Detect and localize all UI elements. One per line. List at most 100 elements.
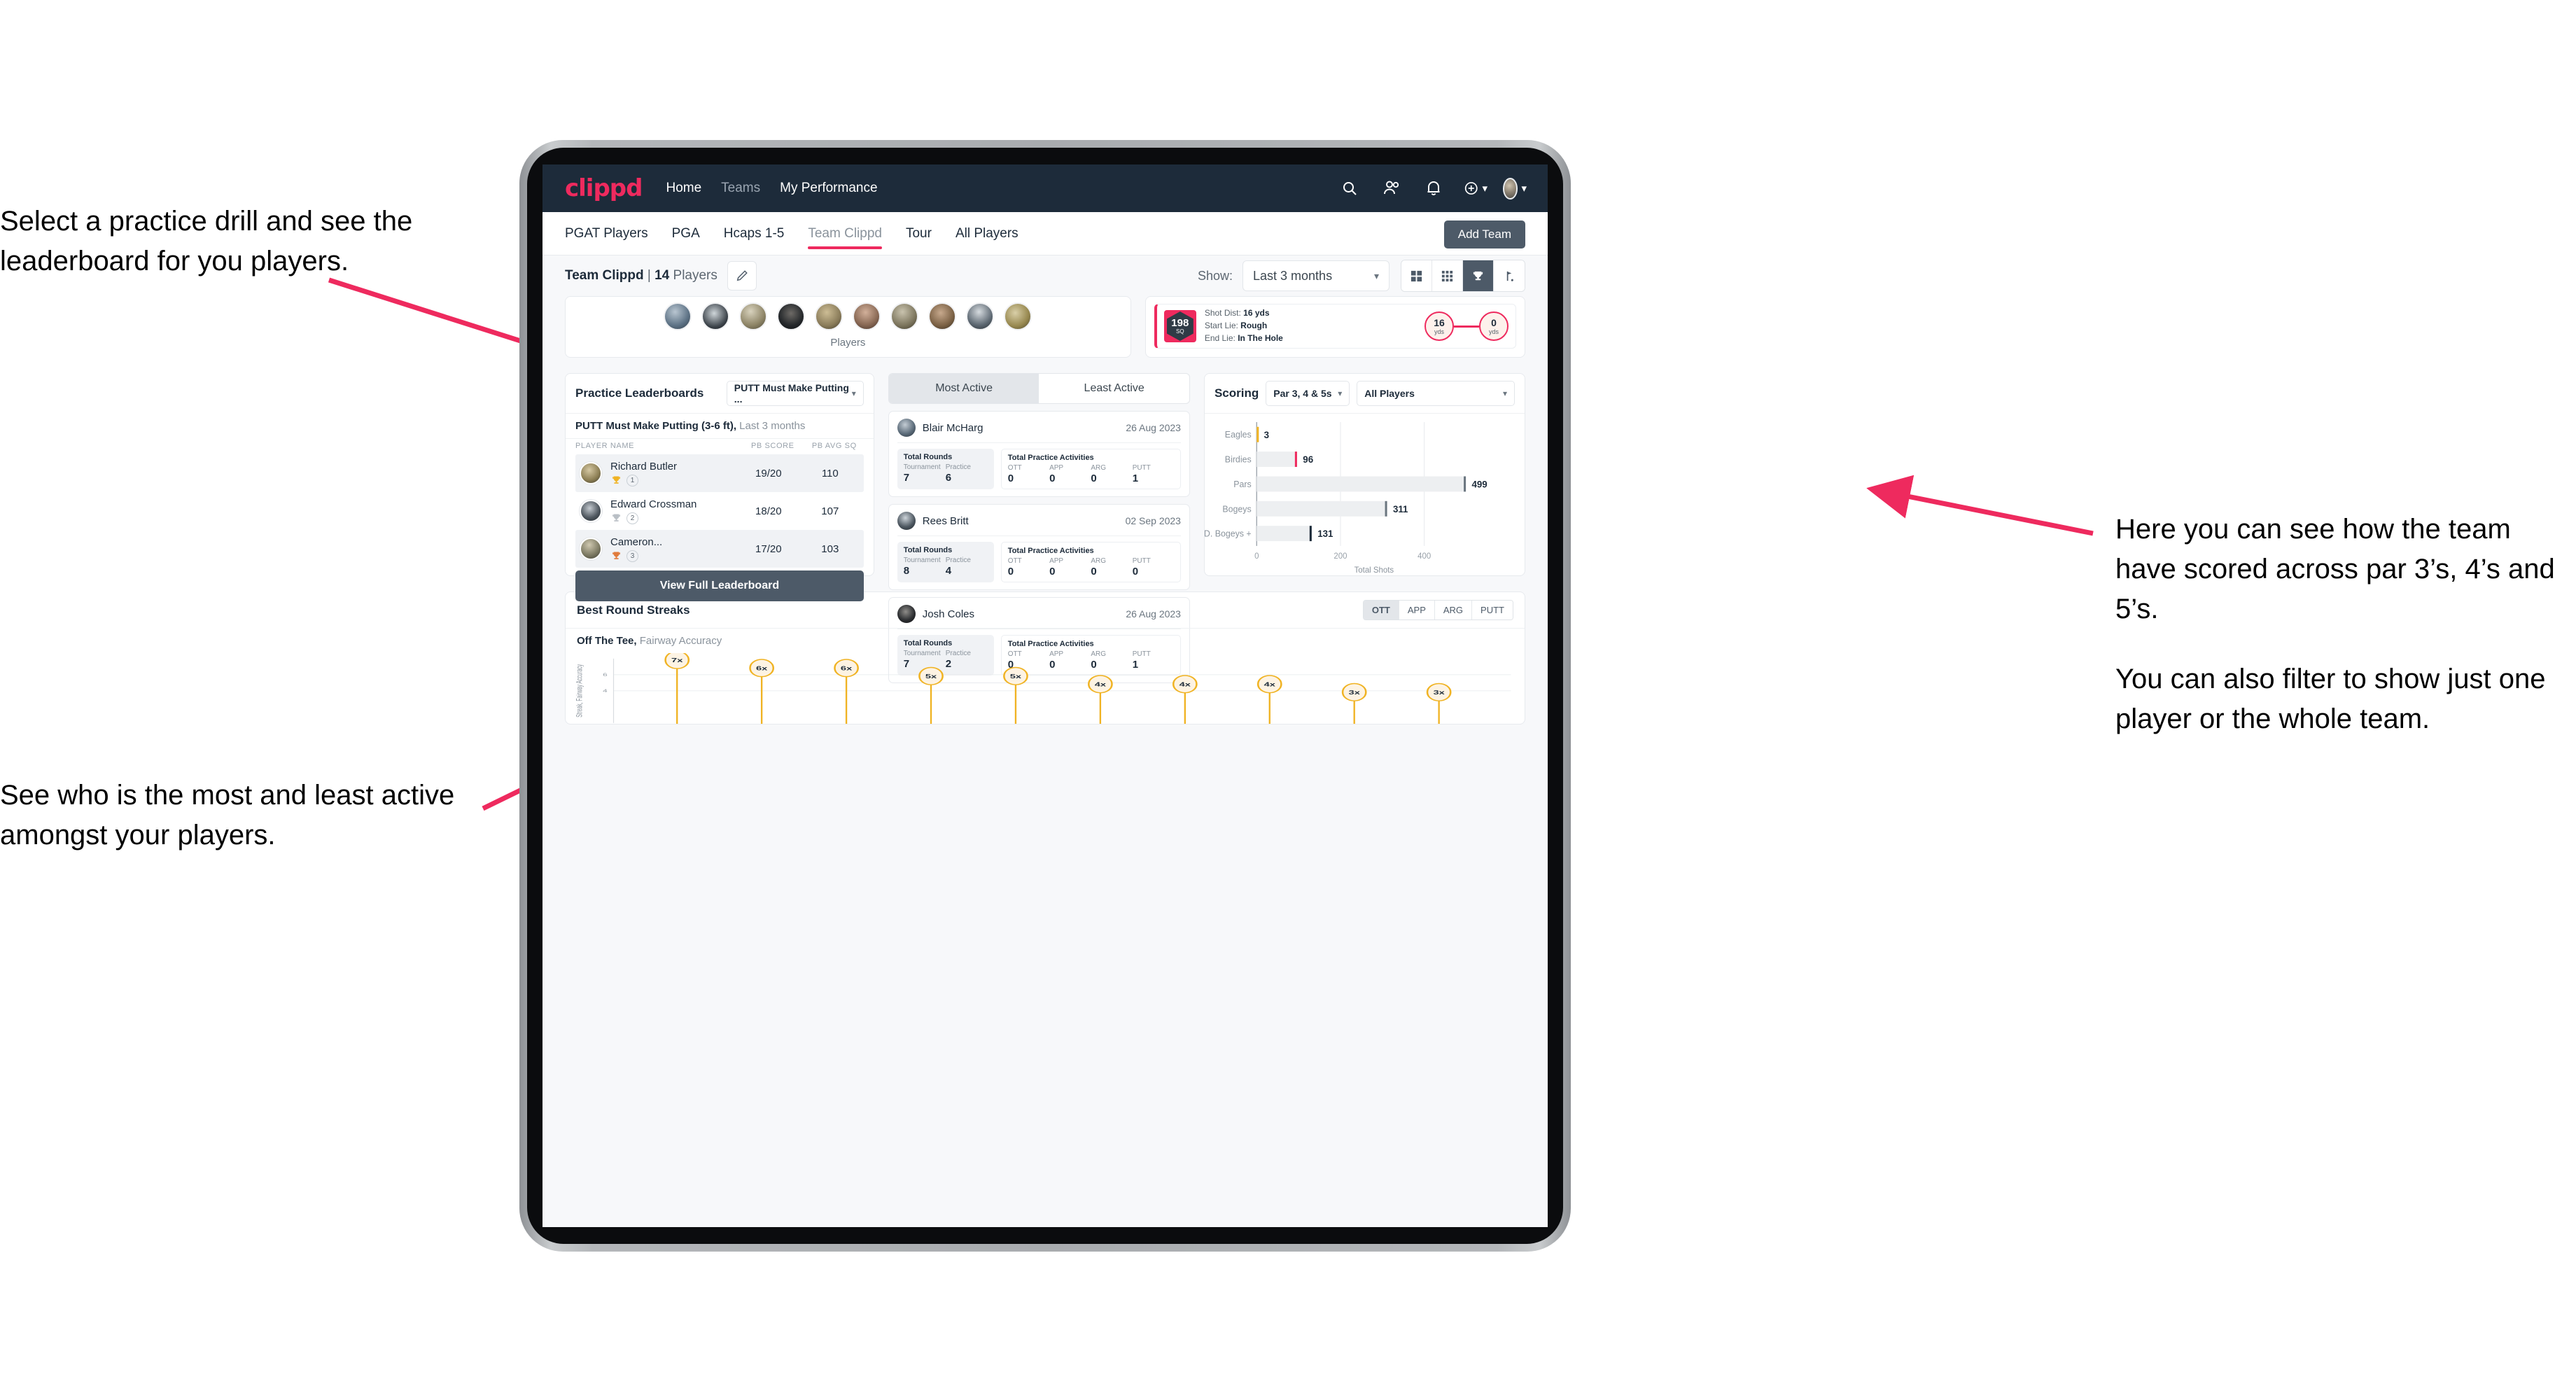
putt-key: PUTT (1132, 557, 1151, 565)
activity-card[interactable]: Rees Britt 02 Sep 2023 Total Rounds Tour… (888, 504, 1190, 590)
tournament-stat: Tournament 7 (904, 463, 946, 484)
trophy-view-icon[interactable] (1463, 260, 1494, 291)
tab-most-active[interactable]: Most Active (888, 374, 1040, 403)
clippd-logo[interactable]: clippd (565, 174, 643, 202)
add-team-button[interactable]: Add Team (1443, 220, 1525, 248)
streaks-subtitle: Off The Tee, Fairway Accuracy (566, 628, 1525, 653)
par-filter-value: Par 3, 4 & 5s (1273, 388, 1332, 399)
svg-text:3x: 3x (1349, 689, 1361, 696)
toggle-app[interactable]: APP (1399, 601, 1435, 620)
annotation-right: Here you can see how the team have score… (2115, 510, 2570, 739)
avatar (897, 512, 916, 530)
tab-pgat-players[interactable]: PGAT Players (565, 212, 648, 255)
toggle-arg[interactable]: ARG (1434, 601, 1473, 620)
trophy-icon (612, 476, 620, 484)
arg-key: ARG (1091, 557, 1107, 565)
date-range-select[interactable]: Last 3 months ▾ (1242, 260, 1390, 291)
svg-text:Streak, Fairway Accuracy: Streak, Fairway Accuracy (575, 664, 584, 718)
pencil-icon[interactable] (727, 261, 757, 290)
practice-key: Practice (945, 463, 971, 471)
avatar[interactable] (739, 302, 768, 330)
streaks-header: Best Round Streaks OTT APP ARG PUTT (566, 592, 1525, 628)
activity-card[interactable]: Blair McHarg 26 Aug 2023 Total Rounds To… (888, 411, 1190, 497)
players-card: Players (565, 296, 1131, 358)
search-icon[interactable] (1338, 176, 1362, 200)
par-filter-select[interactable]: Par 3, 4 & 5s ▾ (1266, 381, 1350, 406)
nav-home[interactable]: Home (666, 181, 701, 196)
tournament-value: 7 (903, 472, 910, 484)
table-row[interactable]: Cameron... 3 17/20 103 (575, 530, 864, 568)
leaderboard-title: Practice Leaderboards (575, 386, 704, 400)
svg-text:6x: 6x (841, 665, 853, 672)
avatar[interactable]: ▾ (1503, 176, 1527, 200)
tab-hcaps-1-5[interactable]: Hcaps 1-5 (724, 212, 785, 255)
activity-tabs: Most Active Least Active (888, 373, 1190, 404)
view-mode-toggle (1401, 260, 1525, 292)
avatar[interactable] (777, 302, 806, 330)
players-caption: Players (830, 337, 866, 349)
avatar[interactable] (890, 302, 919, 330)
avatar[interactable] (1004, 302, 1032, 330)
ott-stat: OTT 0 (1008, 464, 1049, 484)
app-stat: APP 0 (1049, 464, 1091, 484)
streaks-subtitle-rest: Fairway Accuracy (636, 635, 722, 647)
nav-teams[interactable]: Teams (721, 181, 760, 196)
rank-badge: 2 (626, 512, 638, 524)
rank-badge: 1 (626, 474, 638, 486)
tab-all-players[interactable]: All Players (955, 212, 1018, 255)
practice-stat: Practice 6 (946, 463, 988, 484)
total-rounds-values: Tournament 7 Practice 6 (904, 463, 988, 484)
table-row[interactable]: Edward Crossman 2 18/20 107 (575, 492, 864, 530)
arg-stat: ARG 0 (1091, 464, 1132, 484)
drill-select-value: PUTT Must Make Putting ... (734, 382, 849, 405)
row-top-cards: Players 198 SQ Shot Dist: 16 yds Start L… (565, 296, 1525, 358)
dots-grid-view-icon[interactable] (1432, 260, 1463, 291)
grid-view-icon[interactable] (1401, 260, 1432, 291)
bell-icon[interactable] (1422, 176, 1446, 200)
svg-text:131: 131 (1317, 528, 1334, 539)
avatar[interactable] (664, 302, 692, 330)
plus-circle-icon[interactable]: ▾ (1464, 176, 1488, 200)
table-row[interactable]: Richard Butler 1 19/20 110 (575, 454, 864, 492)
tab-tour[interactable]: Tour (906, 212, 932, 255)
shot-detail-lines: Shot Dist: 16 yds Start Lie: Rough End L… (1205, 307, 1283, 344)
avatar[interactable] (853, 302, 881, 330)
nav-my-performance[interactable]: My Performance (780, 181, 877, 196)
avatar (580, 538, 602, 560)
end-lie-value: In The Hole (1238, 332, 1283, 343)
player-filter-select[interactable]: All Players ▾ (1357, 381, 1515, 406)
ott-value: 0 (1007, 472, 1014, 484)
drill-select[interactable]: PUTT Must Make Putting ... ▾ (726, 381, 864, 406)
scoring-header: Scoring Par 3, 4 & 5s ▾ All Players ▾ (1205, 374, 1525, 413)
pb-avg-sq-value: 107 (821, 505, 839, 517)
golf-flag-view-icon[interactable] (1494, 260, 1525, 291)
leaderboard-subtitle-bold: PUTT Must Make Putting (3-6 ft), (575, 420, 736, 432)
arrow-to-scoring (1866, 475, 2094, 536)
svg-text:4x: 4x (1180, 681, 1191, 688)
rank-badge: 3 (626, 550, 638, 562)
avatar[interactable] (701, 302, 730, 330)
team-name: Team Clippd (565, 268, 644, 283)
start-lie-value: Rough (1240, 321, 1268, 331)
people-icon[interactable] (1380, 176, 1404, 200)
toggle-ott[interactable]: OTT (1363, 601, 1399, 620)
tablet-device: clippd Home Teams My Performance ▾ ▾ PGA… (519, 140, 1571, 1252)
ott-value: 0 (1007, 566, 1014, 578)
svg-text:6: 6 (603, 672, 608, 678)
tab-team-clippd[interactable]: Team Clippd (808, 212, 882, 255)
avatar[interactable] (966, 302, 995, 330)
toggle-putt[interactable]: PUTT (1472, 601, 1513, 620)
avatar[interactable] (928, 302, 957, 330)
avatar (897, 419, 916, 437)
total-rounds-box: Total Rounds Tournament 7 Practice 6 (897, 449, 994, 489)
tab-pga[interactable]: PGA (672, 212, 700, 255)
tab-least-active[interactable]: Least Active (1039, 374, 1189, 403)
shot-detail-card: 198 SQ Shot Dist: 16 yds Start Lie: Roug… (1144, 296, 1525, 358)
putt-stat: PUTT 1 (1133, 464, 1174, 484)
avatar[interactable] (815, 302, 844, 330)
streaks-chart-svg: 4 6 Streak, Fairway Accuracy 7x 6x 6x 5x 5x 4x 4x… (575, 653, 1511, 724)
shot-dist-key: Shot Dist: (1204, 308, 1244, 318)
streaks-title: Best Round Streaks (577, 603, 690, 617)
dashboard-content: Players 198 SQ Shot Dist: 16 yds Start L… (542, 296, 1548, 1227)
best-round-streaks-card: Best Round Streaks OTT APP ARG PUTT Off … (565, 592, 1525, 724)
